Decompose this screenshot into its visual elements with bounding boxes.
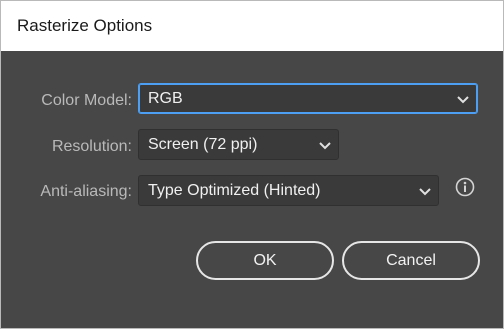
- color-model-value: RGB: [148, 90, 183, 107]
- anti-aliasing-value: Type Optimized (Hinted): [148, 182, 321, 199]
- rasterize-options-dialog: Rasterize Options Color Model: RGB Resol…: [0, 0, 504, 329]
- chevron-down-icon: [419, 188, 431, 196]
- anti-aliasing-select[interactable]: Type Optimized (Hinted): [138, 175, 439, 206]
- dialog-title: Rasterize Options: [17, 16, 153, 35]
- color-model-label: Color Model:: [41, 92, 132, 109]
- resolution-select[interactable]: Screen (72 ppi): [138, 129, 339, 160]
- ok-button[interactable]: OK: [196, 241, 334, 280]
- cancel-button[interactable]: Cancel: [342, 241, 480, 280]
- dialog-titlebar: Rasterize Options: [1, 1, 503, 51]
- chevron-down-icon: [319, 142, 331, 150]
- resolution-label: Resolution:: [51, 138, 132, 155]
- resolution-value: Screen (72 ppi): [148, 136, 258, 153]
- info-icon[interactable]: [455, 177, 475, 197]
- chevron-down-icon: [457, 96, 469, 104]
- anti-aliasing-label: Anti-aliasing:: [40, 183, 132, 200]
- color-model-select[interactable]: RGB: [138, 83, 478, 114]
